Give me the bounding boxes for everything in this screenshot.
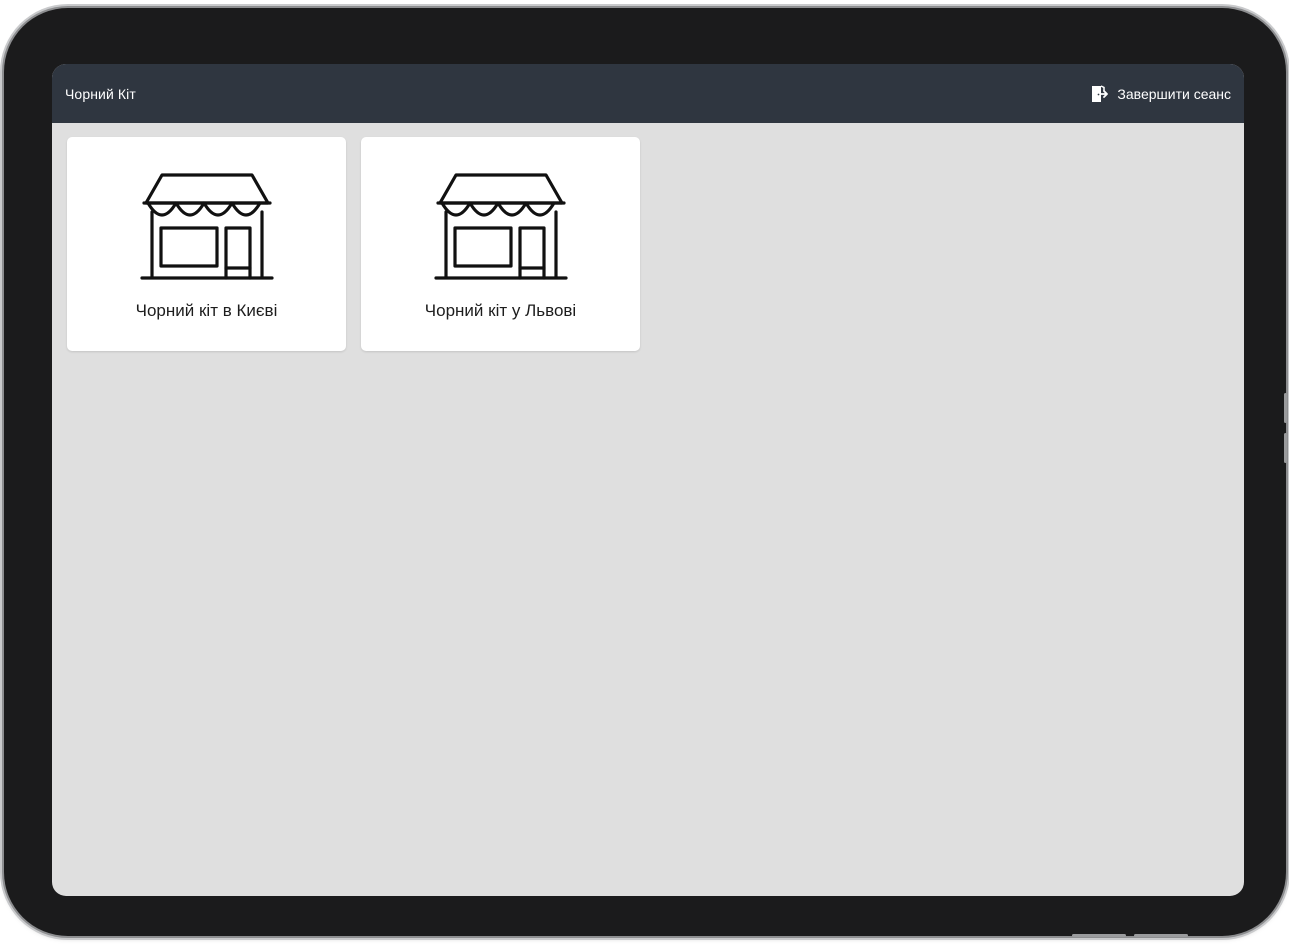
store-name: Чорний кіт в Києві — [135, 301, 278, 320]
logout-icon — [1092, 84, 1109, 102]
volume-button — [1284, 393, 1287, 423]
store-icon — [139, 173, 274, 280]
store-list: Чорний кіт в Києві Чорний кіт у Львові — [67, 137, 640, 351]
power-button — [1072, 934, 1126, 937]
store-icon — [433, 173, 568, 280]
store-card-lviv[interactable]: Чорний кіт у Львові — [361, 137, 640, 351]
volume-button — [1284, 433, 1287, 463]
app-title: Чорний Кіт — [65, 85, 136, 102]
store-card-kyiv[interactable]: Чорний кіт в Києві — [67, 137, 346, 351]
logout-button[interactable]: Завершити сеанс — [1091, 84, 1231, 103]
store-name: Чорний кіт у Львові — [424, 301, 577, 320]
power-button — [1134, 934, 1188, 937]
top-bar: Чорний Кіт Завершити сеанс — [52, 64, 1244, 123]
tablet-frame: Чорний Кіт Завершити сеанс Чорний кіт в … — [4, 8, 1287, 937]
app-screen: Чорний Кіт Завершити сеанс Чорний кіт в … — [52, 64, 1244, 896]
logout-label: Завершити сеанс — [1117, 85, 1231, 102]
